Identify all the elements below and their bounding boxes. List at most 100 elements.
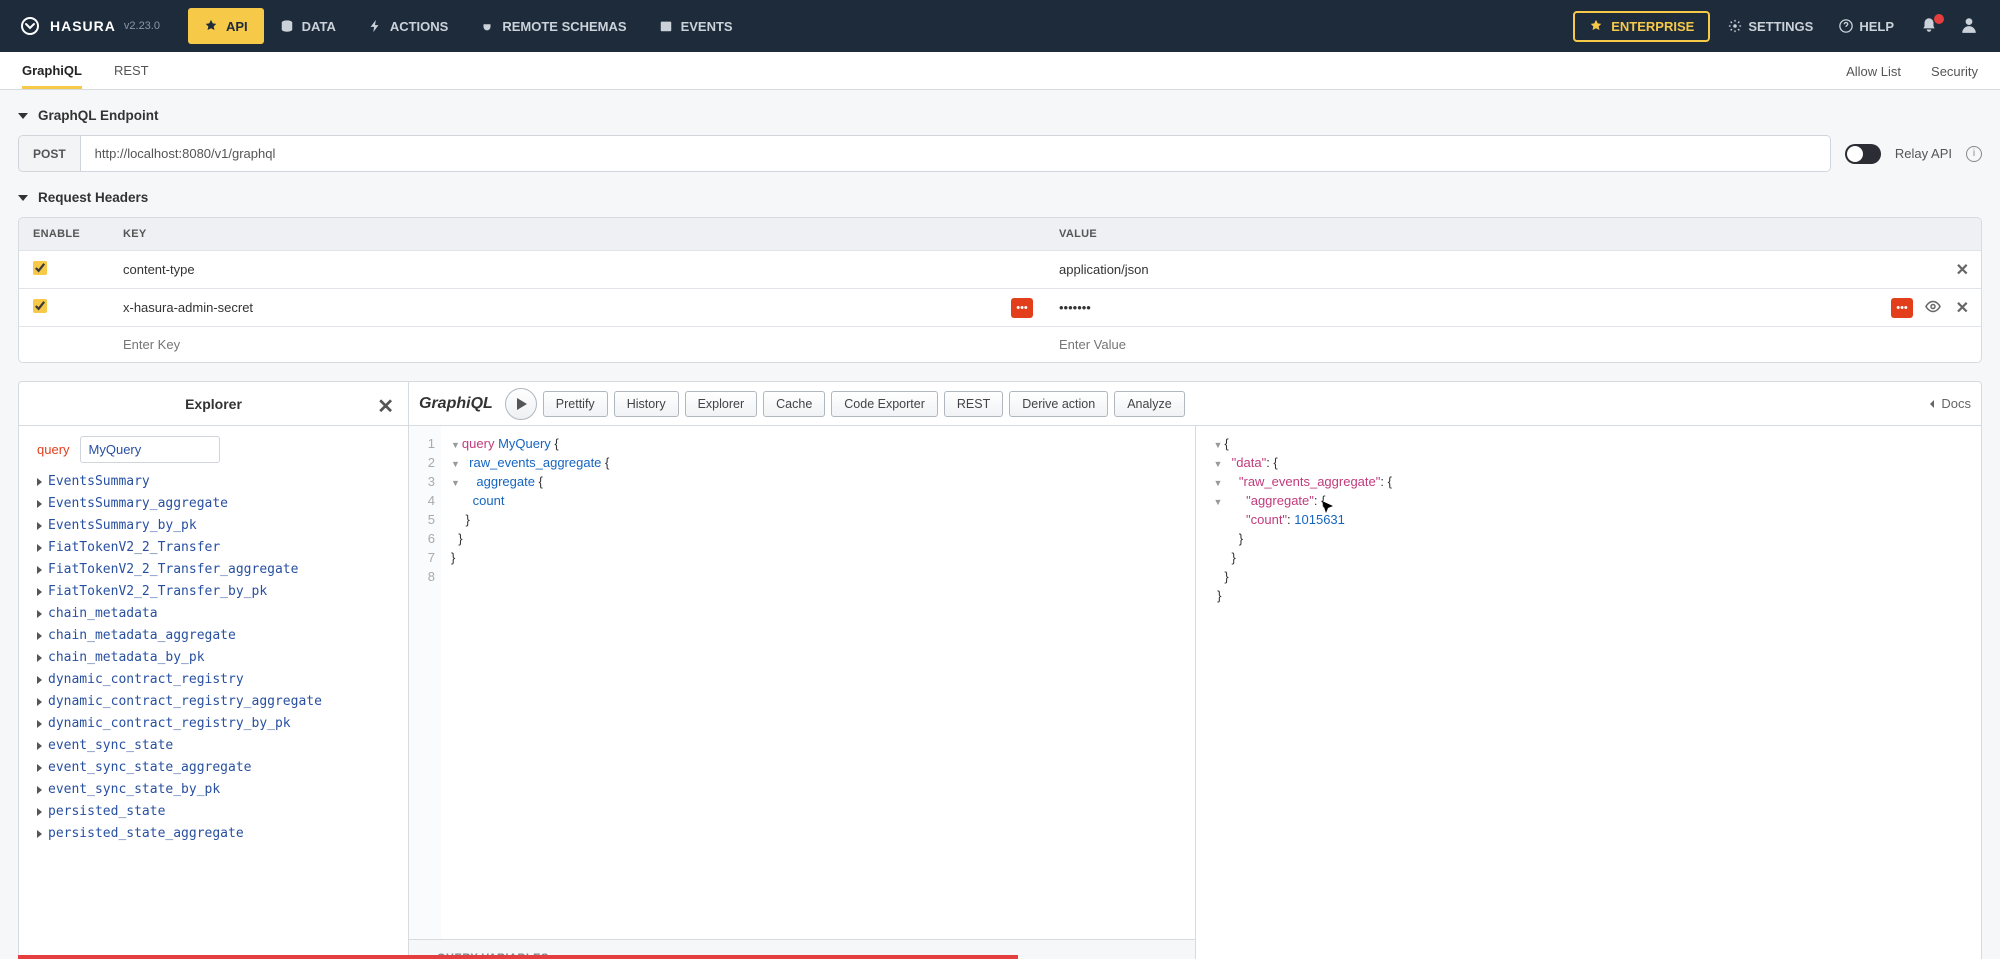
caret-right-icon: [37, 830, 42, 838]
caret-right-icon: [37, 742, 42, 750]
prettify-button[interactable]: Prettify: [543, 391, 608, 417]
tree-item[interactable]: dynamic_contract_registry_aggregate: [27, 691, 394, 713]
help-link[interactable]: HELP: [1831, 19, 1902, 34]
plug-icon: [480, 19, 494, 33]
caret-right-icon: [37, 698, 42, 706]
derive-action-button[interactable]: Derive action: [1009, 391, 1108, 417]
gear-icon: [1728, 19, 1742, 33]
nav-tab-data[interactable]: DATA: [264, 8, 352, 44]
user-icon[interactable]: [1956, 16, 1982, 37]
query-editor[interactable]: 12345678 ▼query MyQuery {▼ raw_events_ag…: [409, 426, 1196, 959]
remove-header-icon[interactable]: ✕: [1956, 260, 1969, 280]
code-exporter-button[interactable]: Code Exporter: [831, 391, 938, 417]
explorer-panel: Explorer ✕ query EventsSummaryEventsSumm…: [19, 382, 409, 959]
secret-value-badge[interactable]: •••: [1891, 298, 1913, 318]
explorer-header: Explorer ✕: [19, 382, 408, 426]
caret-right-icon: [37, 676, 42, 684]
header-key[interactable]: x-hasura-admin-secret •••: [109, 290, 1045, 325]
header-enable-checkbox[interactable]: [33, 261, 47, 275]
enterprise-button[interactable]: ENTERPRISE: [1573, 11, 1710, 42]
header-value[interactable]: application/json ✕: [1045, 252, 1981, 287]
subtab-rest[interactable]: REST: [114, 63, 149, 89]
tree-item[interactable]: EventsSummary: [27, 471, 394, 493]
version-label: v2.23.0: [124, 20, 160, 32]
new-header-key-input[interactable]: [123, 337, 1031, 352]
caret-right-icon: [37, 544, 42, 552]
graphiql-container: Explorer ✕ query EventsSummaryEventsSumm…: [18, 381, 1982, 959]
query-name-input[interactable]: [80, 436, 220, 463]
endpoint-section-header[interactable]: GraphQL Endpoint: [18, 108, 1982, 123]
nav-tab-remote-schemas[interactable]: REMOTE SCHEMAS: [464, 8, 642, 44]
explorer-button[interactable]: Explorer: [685, 391, 758, 417]
tree-item[interactable]: FiatTokenV2_2_Transfer_aggregate: [27, 559, 394, 581]
nav-tabs: API DATA ACTIONS REMOTE SCHEMAS EVENTS: [188, 8, 749, 44]
response-viewer[interactable]: ▼{▼ "data": {▼ "raw_events_aggregate": {…: [1196, 426, 1982, 959]
query-keyword: query: [37, 442, 70, 457]
info-icon[interactable]: i: [1966, 146, 1982, 162]
tree-item[interactable]: event_sync_state_aggregate: [27, 757, 394, 779]
tree-item[interactable]: FiatTokenV2_2_Transfer_by_pk: [27, 581, 394, 603]
allow-list-link[interactable]: Allow List: [1846, 64, 1901, 79]
tree-item[interactable]: persisted_state: [27, 801, 394, 823]
headers-table-head: ENABLE KEY VALUE: [19, 218, 1981, 250]
bottom-highlight: [18, 955, 1018, 959]
notification-badge: [1934, 14, 1944, 24]
caret-right-icon: [37, 786, 42, 794]
graphiql-title: GraphiQL: [419, 395, 493, 413]
tree-item[interactable]: dynamic_contract_registry: [27, 669, 394, 691]
history-button[interactable]: History: [614, 391, 679, 417]
header-enable-checkbox[interactable]: [33, 299, 47, 313]
close-icon[interactable]: ✕: [377, 394, 394, 419]
new-header-value-input[interactable]: [1059, 337, 1967, 352]
caret-right-icon: [37, 610, 42, 618]
relay-api-toggle[interactable]: [1845, 144, 1881, 164]
tree-item[interactable]: chain_metadata_aggregate: [27, 625, 394, 647]
star-icon: [1589, 19, 1603, 33]
tree-item[interactable]: event_sync_state_by_pk: [27, 779, 394, 801]
header-value[interactable]: ••••••• ••• ✕: [1045, 290, 1981, 325]
header-key[interactable]: content-type: [109, 252, 1045, 287]
editor-side: GraphiQL Prettify History Explorer Cache…: [409, 382, 1981, 959]
tree-item[interactable]: chain_metadata_by_pk: [27, 647, 394, 669]
caret-right-icon: [37, 566, 42, 574]
nav-tab-actions[interactable]: ACTIONS: [352, 8, 465, 44]
bolt-icon: [368, 19, 382, 33]
topbar-left: HASURA v2.23.0 API DATA ACTIONS REMOTE S…: [18, 8, 749, 44]
secret-key-badge[interactable]: •••: [1011, 298, 1033, 318]
settings-link[interactable]: SETTINGS: [1720, 19, 1821, 34]
caret-right-icon: [37, 478, 42, 486]
endpoint-row: POST Relay API i: [18, 135, 1982, 172]
headers-section-header[interactable]: Request Headers: [18, 190, 1982, 205]
cursor-icon: [1321, 500, 1335, 514]
hasura-logo[interactable]: HASURA: [18, 14, 116, 38]
subtab-graphiql[interactable]: GraphiQL: [22, 63, 82, 89]
nav-tab-events[interactable]: EVENTS: [643, 8, 749, 44]
tree-item[interactable]: dynamic_contract_registry_by_pk: [27, 713, 394, 735]
help-icon: [1839, 19, 1853, 33]
security-link[interactable]: Security: [1931, 64, 1978, 79]
tree-item[interactable]: event_sync_state: [27, 735, 394, 757]
endpoint-url-input[interactable]: [81, 136, 1830, 171]
tree-item[interactable]: EventsSummary_aggregate: [27, 493, 394, 515]
rest-button[interactable]: REST: [944, 391, 1003, 417]
run-query-button[interactable]: [505, 388, 537, 420]
notifications-icon[interactable]: [1912, 16, 1946, 37]
subtabs: GraphiQL REST Allow List Security: [0, 52, 2000, 90]
cache-button[interactable]: Cache: [763, 391, 825, 417]
tree-item[interactable]: persisted_state_aggregate: [27, 823, 394, 845]
star-icon: [204, 19, 218, 33]
tree-item[interactable]: EventsSummary_by_pk: [27, 515, 394, 537]
caret-right-icon: [37, 720, 42, 728]
endpoint-box: POST: [18, 135, 1831, 172]
line-gutter: 12345678: [409, 426, 441, 959]
tree-item[interactable]: chain_metadata: [27, 603, 394, 625]
explorer-body[interactable]: query EventsSummaryEventsSummary_aggrega…: [19, 426, 408, 959]
reveal-icon[interactable]: [1925, 298, 1941, 317]
analyze-button[interactable]: Analyze: [1114, 391, 1184, 417]
nav-tab-api[interactable]: API: [188, 8, 264, 44]
remove-header-icon[interactable]: ✕: [1956, 298, 1969, 318]
graphiql-toolbar: GraphiQL Prettify History Explorer Cache…: [409, 382, 1981, 426]
tree-item[interactable]: FiatTokenV2_2_Transfer: [27, 537, 394, 559]
docs-button[interactable]: Docs: [1927, 396, 1971, 411]
chevron-down-icon: [18, 113, 28, 119]
